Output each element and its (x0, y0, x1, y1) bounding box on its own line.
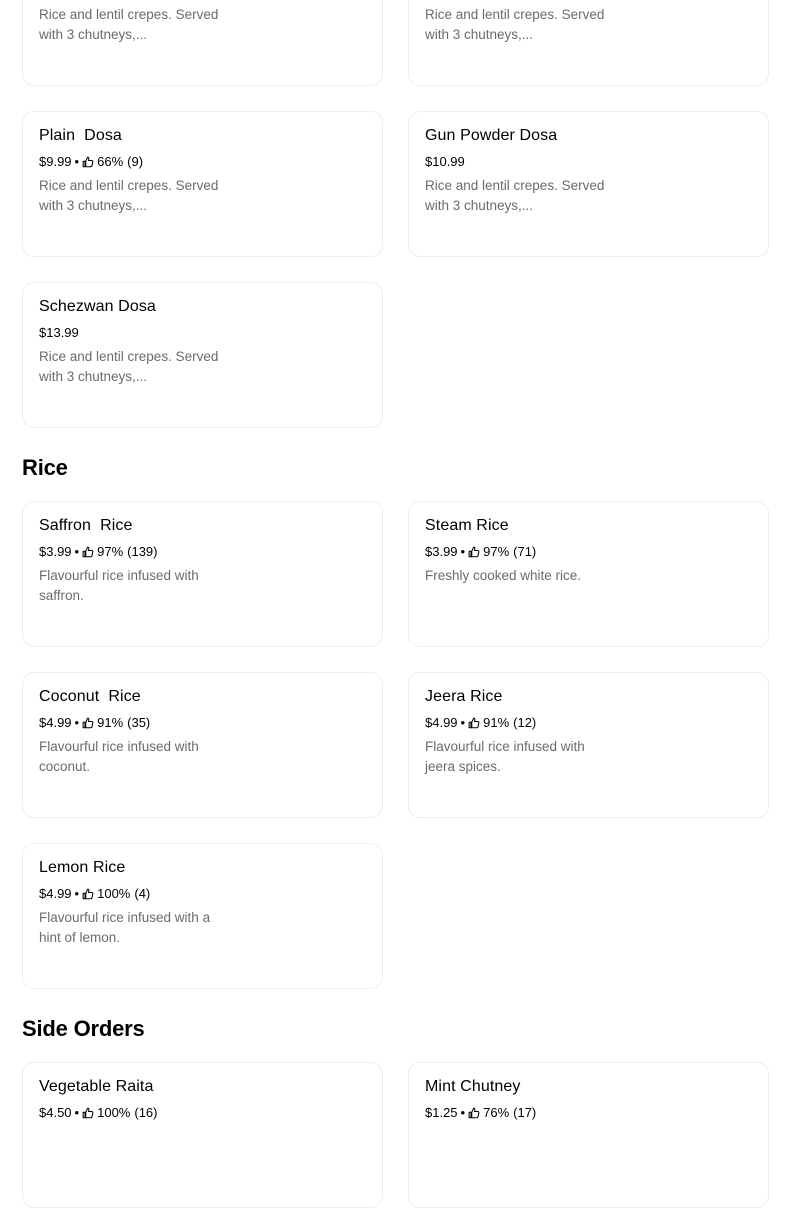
item-rating: 91% (483, 715, 510, 730)
separator: • (74, 544, 80, 559)
item-price: $10.99 (425, 154, 465, 169)
thumbs-up-icon (82, 888, 94, 900)
item-description: Rice and lentil crepes. Served with 3 ch… (39, 7, 219, 42)
menu-item-card[interactable]: Saffron Rice $3.99 • 97% (139) Flavourfu… (22, 501, 383, 647)
item-rating-count: (139) (127, 544, 158, 559)
separator: • (74, 154, 80, 169)
item-meta: $13.99 (39, 325, 79, 340)
section-title-rice: Rice (22, 455, 68, 480)
item-description: Flavourful rice infused with a hint of l… (39, 910, 211, 945)
item-price: $13.99 (39, 325, 79, 340)
item-price: $3.99 (425, 544, 458, 559)
item-meta: $4.99 • 91% (12) (425, 715, 536, 730)
menu-item-card[interactable]: Schezwan Dosa $13.99 Rice and lentil cre… (22, 282, 383, 428)
item-description: Freshly cooked white rice. (425, 568, 582, 583)
item-meta: $9.99 • 66% (9) (39, 154, 143, 169)
item-name: Gun Powder Dosa (425, 127, 558, 144)
item-description: Flavourful rice infused with coconut. (39, 739, 199, 774)
item-rating-count: (9) (127, 154, 144, 169)
menu-item-card[interactable]: Lemon Rice $4.99 • 100% (4) Flavourful r… (22, 843, 383, 989)
item-price: $3.99 (39, 544, 72, 559)
item-rating: 66% (97, 154, 124, 169)
thumbs-up-icon (468, 717, 480, 729)
item-rating: 97% (483, 544, 510, 559)
item-name: Schezwan Dosa (39, 298, 156, 315)
menu-item-card[interactable]: Plain Dosa $9.99 • 66% (9) Rice and lent… (22, 111, 383, 257)
item-name: Vegetable Raita (39, 1078, 154, 1095)
item-rating-count: (71) (513, 544, 537, 559)
item-price: $4.99 (39, 715, 72, 730)
thumbs-up-icon (468, 546, 480, 558)
item-name: Mint Chutney (425, 1078, 521, 1095)
item-rating: 100% (97, 886, 131, 901)
item-price: $9.99 (39, 154, 72, 169)
item-meta: $4.99 • 91% (35) (39, 715, 150, 730)
menu-item-card[interactable]: Gun Powder Dosa $10.99 Rice and lentil c… (408, 111, 769, 257)
menu-item-card[interactable]: Steam Rice $3.99 • 97% (71) Freshly cook… (408, 501, 769, 647)
item-description: Rice and lentil crepes. Served with 3 ch… (425, 178, 605, 213)
item-meta: $10.99 (425, 154, 465, 169)
item-description: Flavourful rice infused with jeera spice… (425, 739, 585, 774)
separator: • (460, 715, 466, 730)
item-name: Saffron Rice (39, 517, 133, 534)
thumbs-up-icon (82, 717, 94, 729)
item-rating: 97% (97, 544, 124, 559)
item-price: $4.99 (425, 715, 458, 730)
item-rating-count: (12) (513, 715, 537, 730)
item-name: Steam Rice (425, 517, 509, 534)
item-rating: 91% (97, 715, 124, 730)
thumbs-up-icon (82, 546, 94, 558)
menu-item-card[interactable]: Mint Chutney $1.25 • 76% (17) (408, 1062, 769, 1208)
item-name: Jeera Rice (425, 688, 503, 705)
separator: • (74, 886, 80, 901)
thumbs-up-icon (82, 156, 94, 168)
separator: • (74, 715, 80, 730)
menu-item-card[interactable]: Rice and lentil crepes. Served with 3 ch… (408, 0, 769, 86)
section-title-side-orders: Side Orders (22, 1016, 145, 1041)
item-name: Coconut Rice (39, 688, 141, 705)
menu-item-card[interactable]: Vegetable Raita $4.50 • 100% (16) (22, 1062, 383, 1208)
item-price: $4.99 (39, 886, 72, 901)
menu-item-card[interactable]: Coconut Rice $4.99 • 91% (35) Flavourful… (22, 672, 383, 818)
item-meta: $4.99 • 100% (4) (39, 886, 150, 901)
item-meta: $3.99 • 97% (71) (425, 544, 536, 559)
item-description: Rice and lentil crepes. Served with 3 ch… (39, 349, 219, 384)
item-description: Rice and lentil crepes. Served with 3 ch… (425, 7, 605, 42)
menu-item-card[interactable]: Rice and lentil crepes. Served with 3 ch… (22, 0, 383, 86)
item-rating-count: (35) (127, 715, 151, 730)
item-description: Flavourful rice infused with saffron. (39, 568, 199, 603)
menu-item-card[interactable]: Jeera Rice $4.99 • 91% (12) Flavourful r… (408, 672, 769, 818)
item-name: Plain Dosa (39, 127, 122, 144)
item-description: Rice and lentil crepes. Served with 3 ch… (39, 178, 219, 213)
item-meta: $3.99 • 97% (139) (39, 544, 158, 559)
separator: • (460, 544, 466, 559)
item-name: Lemon Rice (39, 859, 126, 876)
item-rating-count: (4) (134, 886, 151, 901)
